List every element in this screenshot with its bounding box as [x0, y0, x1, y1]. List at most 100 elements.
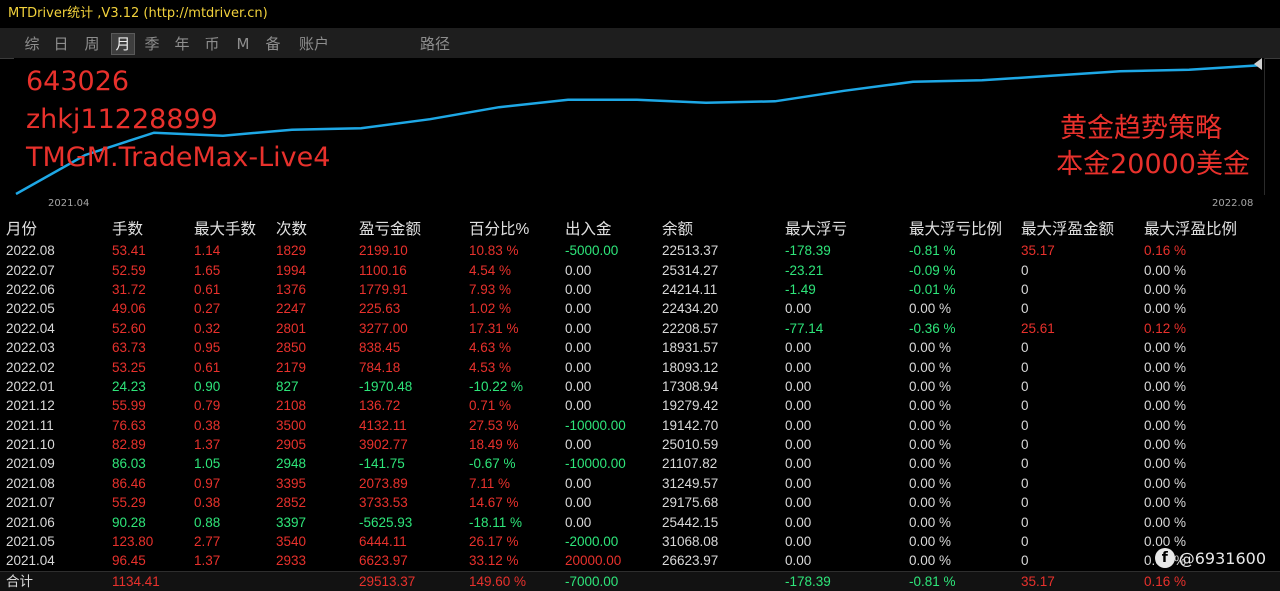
table-cell: -0.09 %	[909, 262, 956, 278]
table-cell: 4.54 %	[469, 262, 512, 278]
column-header: 手数	[112, 220, 144, 238]
table-cell: -10000.00	[565, 417, 626, 433]
table-cell: 0.38	[194, 495, 221, 511]
table-cell: 1.02 %	[469, 301, 512, 317]
table-cell: 6444.11	[359, 534, 407, 550]
table-row[interactable]: 2021.04 96.45 1.37 2933 6623.97 33.12 % 20000.…	[0, 551, 1280, 571]
table-cell: 0	[1021, 553, 1029, 569]
table-cell: 0.00 %	[909, 359, 952, 375]
table-cell: 0	[1021, 534, 1029, 550]
table-cell: 20000.00	[565, 553, 622, 569]
table-cell: -10.22 %	[469, 378, 524, 394]
table-cell: 2801	[276, 320, 307, 336]
table-cell: 1.14	[194, 243, 221, 259]
table-cell: 49.06	[112, 301, 146, 317]
table-cell: -0.36 %	[909, 320, 956, 336]
table-cell: 0.00 %	[1144, 437, 1187, 453]
tab-9[interactable]: 账户	[296, 34, 332, 54]
table-cell: 2022.03	[6, 340, 55, 356]
table-cell: 10.83 %	[469, 243, 519, 259]
table-row[interactable]: 2022.08 53.41 1.14 1829 2199.10 10.83 % -5000.…	[0, 241, 1280, 260]
table-row[interactable]: 2021.05 123.80 2.77 3540 6444.11 26.17 % -2000…	[0, 532, 1280, 551]
tab-2[interactable]: 周	[82, 34, 102, 54]
table-total-row: 合计 1134.41 29513.37 149.60 % -7000.00 -178.39…	[0, 570, 1280, 591]
table-row[interactable]: 2021.11 76.63 0.38 3500 4132.11 27.53 % -10000…	[0, 416, 1280, 435]
table-row[interactable]: 2021.12 55.99 0.79 2108 136.72 0.71 % 0.00 1927…	[0, 396, 1280, 415]
table-row[interactable]: 2021.08 86.46 0.97 3395 2073.89 7.11 % 0.00 312…	[0, 474, 1280, 493]
table-cell: -1970.48	[359, 378, 413, 394]
table-row[interactable]: 2021.06 90.28 0.88 3397 -5625.93 -18.11 % 0.00…	[0, 512, 1280, 531]
table-cell: 0.00 %	[909, 514, 952, 530]
total-cell: 149.60 %	[469, 570, 565, 591]
table-cell: 1376	[276, 281, 307, 297]
table-cell: 24.23	[112, 378, 146, 394]
table-cell: -5625.93	[359, 514, 413, 530]
tab-1[interactable]: 日	[51, 34, 71, 54]
table-cell: 0.00	[565, 398, 592, 414]
table-cell: 26.17 %	[469, 534, 519, 550]
table-row[interactable]: 2022.02 53.25 0.61 2179 784.18 4.53 % 0.00 1809…	[0, 357, 1280, 376]
table-cell: 0.00	[785, 495, 812, 511]
table-row[interactable]: 2022.03 63.73 0.95 2850 838.45 4.63 % 0.00 1893…	[0, 338, 1280, 357]
table-cell: 1100.16	[359, 262, 407, 278]
tab-5[interactable]: 年	[172, 34, 192, 54]
table-row[interactable]: 2022.06 31.72 0.61 1376 1779.91 7.93 % 0.00 242…	[0, 280, 1280, 299]
table-cell: 0.00	[785, 417, 812, 433]
table-cell: 123.80	[112, 534, 154, 550]
table-cell: 0.00 %	[1144, 514, 1187, 530]
tab-4[interactable]: 季	[142, 34, 162, 54]
table-cell: 225.63	[359, 301, 401, 317]
table-row[interactable]: 2022.07 52.59 1.65 1994 1100.16 4.54 % 0.00 253…	[0, 260, 1280, 279]
table-cell: 3540	[276, 534, 307, 550]
table-cell: 1.65	[194, 262, 221, 278]
table-cell: 0.00	[565, 475, 592, 491]
table-cell: 1994	[276, 262, 307, 278]
table-cell: -141.75	[359, 456, 405, 472]
table-cell: 2022.01	[6, 378, 55, 394]
tab-7[interactable]: M	[236, 34, 250, 54]
tab-8[interactable]: 备	[263, 34, 283, 54]
table-cell: -77.14	[785, 320, 824, 336]
table-cell: 2021.09	[6, 456, 55, 472]
tab-6[interactable]: 币	[202, 34, 222, 54]
total-cell: 0.16 %	[1144, 570, 1280, 591]
column-header: 最大浮盈比例	[1144, 220, 1238, 238]
table-cell: 3733.53	[359, 495, 408, 511]
table-row[interactable]: 2021.10 82.89 1.37 2905 3902.77 18.49 % 0.00 25…	[0, 435, 1280, 454]
table-row[interactable]: 2022.01 24.23 0.90 827 -1970.48 -10.22 % 0.00 1…	[0, 377, 1280, 396]
table-cell: 0.00	[785, 398, 812, 414]
tab-3[interactable]: 月	[111, 33, 135, 55]
table-cell: 0.00 %	[1144, 475, 1187, 491]
table-row[interactable]: 2021.07 55.29 0.38 2852 3733.53 14.67 % 0.00 29…	[0, 493, 1280, 512]
table-cell: 0.95	[194, 340, 221, 356]
table-cell: 86.03	[112, 456, 146, 472]
table-cell: 3395	[276, 475, 307, 491]
table-cell: 2073.89	[359, 475, 408, 491]
table-cell: 3500	[276, 417, 307, 433]
table-cell: 0.00	[785, 378, 812, 394]
table-cell: 4.53 %	[469, 359, 512, 375]
table-cell: 0.90	[194, 378, 221, 394]
overlay-account: 643026	[26, 66, 130, 97]
overlay-server: TMGM.TradeMax-Live4	[26, 142, 331, 173]
tab-10[interactable]: 路径	[417, 34, 453, 54]
table-cell: 33.12 %	[469, 553, 519, 569]
table-cell: 0.00	[785, 301, 812, 317]
table-row[interactable]: 2021.09 86.03 1.05 2948 -141.75 -0.67 % -10000…	[0, 454, 1280, 473]
table-row[interactable]: 2022.05 49.06 0.27 2247 225.63 1.02 % 0.00 2243…	[0, 299, 1280, 318]
total-cell: -178.39	[785, 570, 909, 591]
table-header: 月份 手数 最大手数 次数 盈亏金额 百分比% 出入金 余额 最大浮亏 最大浮亏比例 最大浮盈金额 最…	[0, 214, 1280, 241]
scroll-right-icon[interactable]	[1254, 58, 1262, 70]
table-cell: 52.59	[112, 262, 146, 278]
table-cell: 1829	[276, 243, 307, 259]
table-cell: 4.63 %	[469, 340, 512, 356]
table-cell: 2022.06	[6, 281, 55, 297]
table-cell: 52.60	[112, 320, 146, 336]
table-cell: 0.00	[785, 456, 812, 472]
table-cell: 2022.05	[6, 301, 55, 317]
tab-0[interactable]: 综	[22, 34, 42, 54]
table-row[interactable]: 2022.04 52.60 0.32 2801 3277.00 17.31 % 0.00 22…	[0, 319, 1280, 338]
table-cell: 7.11 %	[469, 475, 511, 491]
table-cell: 0	[1021, 359, 1029, 375]
table-cell: 3277.00	[359, 320, 408, 336]
